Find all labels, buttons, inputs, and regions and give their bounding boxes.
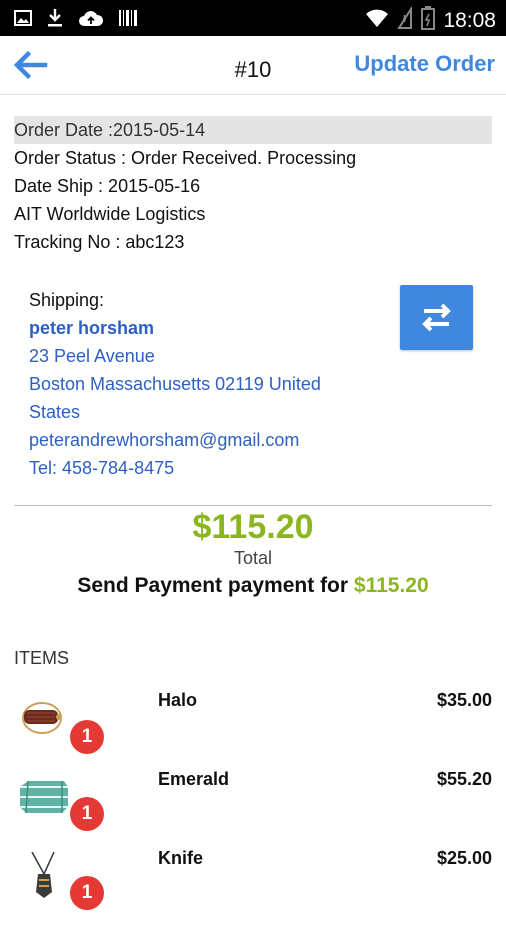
item-price: $55.20 bbox=[436, 769, 492, 789]
address-line-2: Boston Massachusetts 02119 United bbox=[29, 374, 321, 394]
date-ship: Date Ship : 2015-05-16 bbox=[14, 176, 201, 196]
wifi-icon bbox=[365, 8, 389, 33]
send-payment-text: Send Payment payment for bbox=[77, 574, 349, 597]
address-line-1: 23 Peel Avenue bbox=[29, 346, 155, 366]
order-date: Order Date :2015-05-14 bbox=[14, 116, 492, 144]
phone-link[interactable]: Tel: 458-784-8475 bbox=[29, 454, 389, 482]
quantity-badge: 1 bbox=[70, 720, 104, 754]
item-price: $35.00 bbox=[436, 690, 492, 710]
total-label: Total bbox=[233, 548, 273, 568]
app-bar: #10 Update Order bbox=[0, 36, 506, 95]
item-name: Emerald bbox=[158, 769, 230, 789]
necklace-icon bbox=[14, 851, 74, 900]
total-amount: $115.20 bbox=[192, 508, 314, 546]
shipping-address: Shipping: peter horsham 23 Peel Avenue B… bbox=[29, 286, 389, 482]
image-icon bbox=[14, 9, 32, 32]
clock: 18:08 bbox=[443, 8, 496, 32]
order-status: Order Status : Order Received. Processin… bbox=[14, 148, 357, 168]
divider bbox=[14, 505, 492, 506]
items-header: ITEMS bbox=[14, 648, 70, 668]
bracelet-icon bbox=[14, 694, 74, 742]
address-line-3: States bbox=[29, 402, 81, 422]
item-price: $25.00 bbox=[436, 848, 492, 868]
shipping-name: peter horsham bbox=[29, 318, 155, 338]
item-name: Halo bbox=[158, 690, 198, 710]
email-link[interactable]: peterandrewhorsham@gmail.com bbox=[29, 426, 389, 454]
carrier-name: AIT Worldwide Logistics bbox=[14, 204, 206, 224]
status-bar: 18:08 bbox=[0, 0, 506, 36]
swap-address-button[interactable] bbox=[400, 285, 473, 350]
swap-arrows-icon bbox=[400, 303, 473, 354]
download-icon bbox=[46, 8, 64, 33]
tracking-number: Tracking No : abc123 bbox=[14, 232, 185, 252]
shipping-label: Shipping: bbox=[29, 290, 105, 310]
order-info: Order Date :2015-05-14 Order Status : Or… bbox=[14, 116, 492, 256]
list-item[interactable]: 1 Knife $25.00 bbox=[0, 848, 506, 926]
quantity-badge: 1 bbox=[70, 797, 104, 831]
list-item[interactable]: 1 Halo $35.00 bbox=[0, 690, 506, 768]
update-order-button[interactable]: Update Order bbox=[354, 51, 495, 77]
item-name: Knife bbox=[158, 848, 203, 868]
battery-icon bbox=[421, 6, 436, 35]
list-item[interactable]: 1 Emerald $55.20 bbox=[0, 769, 506, 847]
status-right: 18:08 bbox=[365, 5, 496, 35]
signal-icon bbox=[397, 5, 413, 34]
gem-icon bbox=[14, 773, 74, 821]
barcode-icon bbox=[118, 9, 138, 32]
send-payment-amount: $115.20 bbox=[353, 574, 429, 597]
cloud-upload-icon bbox=[78, 9, 104, 32]
send-payment-button[interactable]: Send Payment payment for $115.20 bbox=[0, 574, 506, 598]
status-left-icons bbox=[14, 8, 138, 33]
quantity-badge: 1 bbox=[70, 876, 104, 910]
